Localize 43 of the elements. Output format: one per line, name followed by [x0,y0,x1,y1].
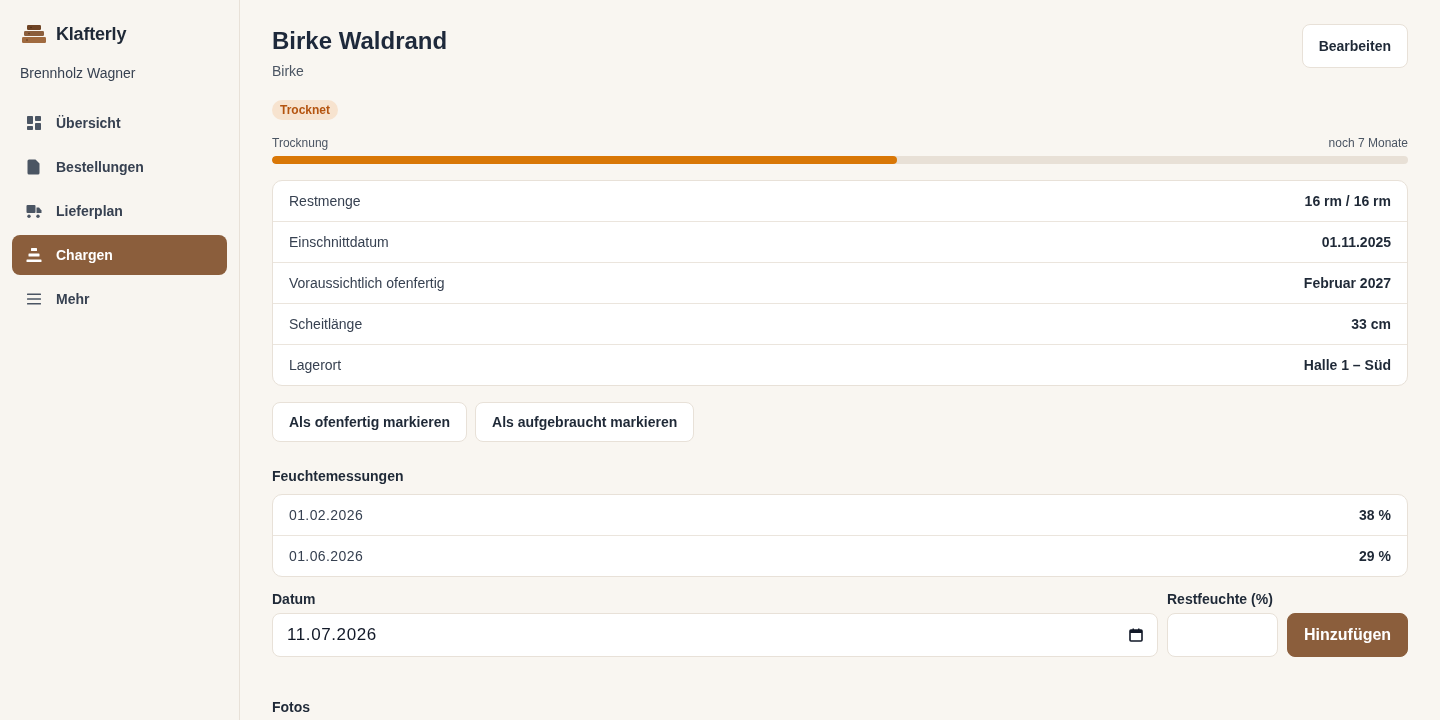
account-name: Brennholz Wagner [19,64,137,83]
measurement-date: 01.02.2026 [289,507,364,523]
measurement-date: 01.06.2026 [289,548,364,564]
remaining-time: noch 7 Monate [1328,135,1408,151]
status-badge: Trocknet [272,100,338,120]
detail-label: Lagerort [289,357,342,373]
page-subtitle: Birke [272,62,305,81]
measurement-value: 29 % [1359,548,1391,564]
detail-label: Restmenge [289,193,361,209]
field-label: Restfeuchte (%) [1167,591,1273,607]
add-button[interactable]: Hinzufügen [1287,613,1408,657]
stack-icon [26,247,42,263]
section-title: Fotos [272,699,311,715]
moisture-input[interactable] [1167,613,1278,657]
detail-label: Einschnittdatum [289,234,389,250]
detail-label: Voraussichtlich ofenfertig [289,275,445,291]
document-icon [26,159,42,175]
page-title: Birke Waldrand [272,26,448,56]
nav-item[interactable]: Lieferplan [12,191,227,231]
section-title: Feuchtemessungen [272,468,404,484]
edit-button[interactable]: Bearbeiten [1301,24,1408,68]
calendar-icon[interactable] [1129,628,1143,642]
detail-value: 16 rm / 16 rm [1304,193,1391,209]
log-pile-icon [22,25,46,43]
nav-item[interactable]: Übersicht [12,103,227,143]
detail-value: Halle 1 – Süd [1303,357,1391,373]
detail-label: Scheitlänge [289,316,363,332]
menu-icon [26,291,42,307]
mark-button[interactable]: Als ofenfertig markieren [272,402,468,442]
detail-value: 33 cm [1351,316,1391,332]
nav-item[interactable]: Bestellungen [12,147,227,187]
nav-item[interactable]: Mehr [12,279,227,319]
grid-icon [26,115,42,131]
brand-name: Klafterly [56,23,127,45]
truck-icon [26,203,42,219]
date-field[interactable]: 11.07.2026 [272,613,1158,657]
progress-label: Trocknung [272,135,329,151]
detail-value: 01.11.2025 [1321,234,1391,250]
measurement-value: 38 % [1359,507,1391,523]
field-label: Datum [272,591,316,607]
nav-item[interactable]: Chargen [12,235,227,275]
detail-value: Februar 2027 [1303,275,1391,291]
mark-button[interactable]: Als aufgebraucht markieren [475,402,695,442]
